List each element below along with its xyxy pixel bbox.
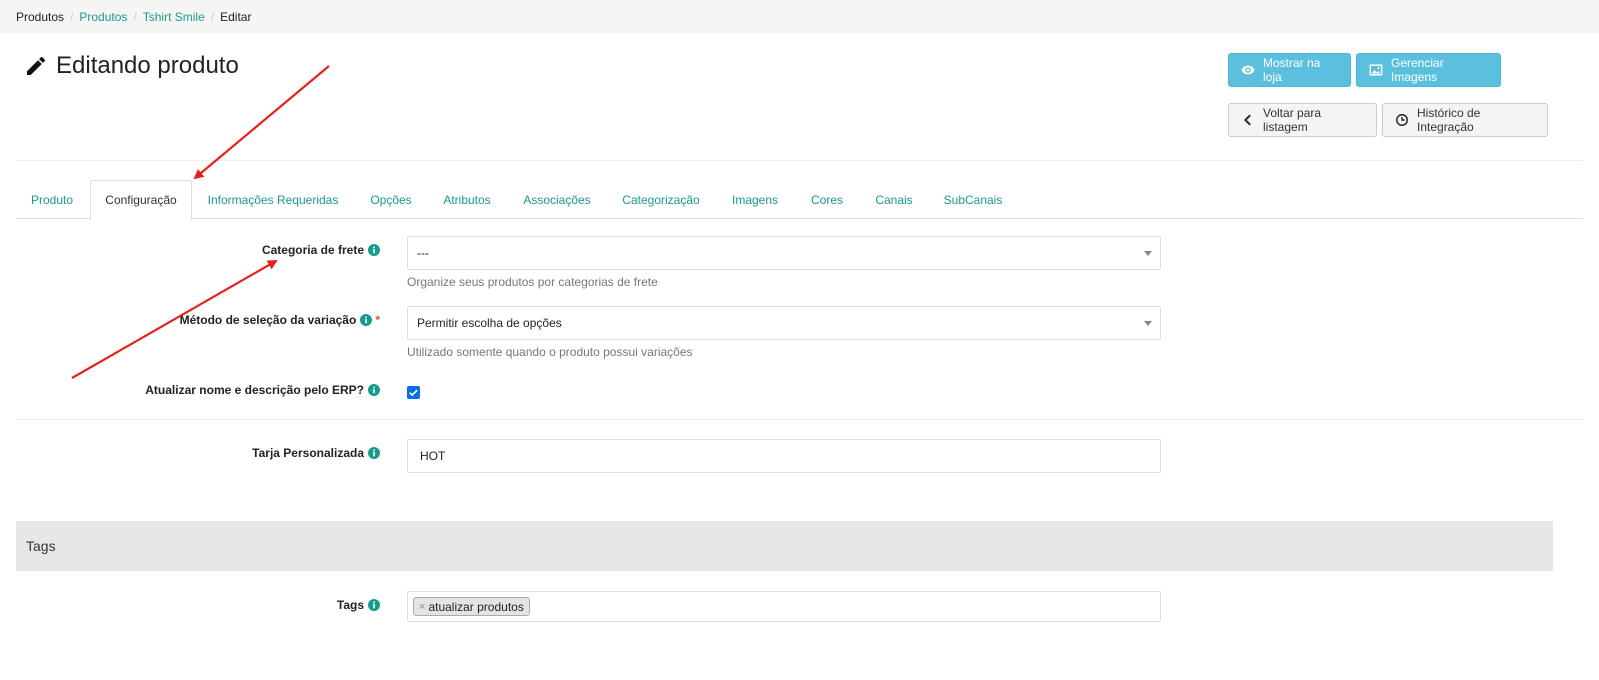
eye-icon [1241,63,1255,77]
update-erp-label-text: Atualizar nome e descrição pelo ERP? [145,383,364,397]
tab-produto[interactable]: Produto [16,180,88,219]
tab-informacoes-requeridas[interactable]: Informações Requeridas [196,180,350,219]
show-store-button[interactable]: Mostrar na loja [1228,53,1351,87]
divider [16,160,1583,161]
update-erp-checkbox[interactable] [407,386,420,399]
required-marker: * [375,313,380,327]
info-icon[interactable] [368,384,380,396]
back-to-list-button[interactable]: Voltar para listagem [1228,103,1377,137]
checkmark-icon [409,389,418,397]
tab-canais[interactable]: Canais [864,180,924,219]
tag-chip: × atualizar produtos [413,597,530,616]
manage-images-button[interactable]: Gerenciar Imagens [1356,53,1501,87]
breadcrumb: Produtos / Produtos / Tshirt Smile / Edi… [0,0,1599,33]
tab-opcoes[interactable]: Opções [356,180,426,219]
integration-history-label: Histórico de Integração [1417,106,1481,134]
breadcrumb-separator: / [210,9,215,24]
info-icon[interactable] [368,447,380,459]
custom-stripe-value: HOT [420,449,446,463]
info-icon[interactable] [368,244,380,256]
clock-icon [1395,113,1409,127]
breadcrumb-item-produtos-root[interactable]: Produtos [16,10,64,24]
breadcrumb-separator: / [133,9,137,24]
tags-panel-title: Tags [26,538,56,554]
page-title: Editando produto [56,52,239,79]
integration-history-button[interactable]: Histórico de Integração [1382,103,1548,137]
tab-subcanais[interactable]: SubCanais [934,180,1012,219]
page-header: Editando produto [24,52,239,80]
tag-text: atualizar produtos [428,599,524,614]
breadcrumb-item-product[interactable]: Tshirt Smile [143,10,205,24]
shipping-category-value: --- [417,246,429,260]
pencil-icon [24,54,48,78]
tab-cores[interactable]: Cores [800,180,854,219]
tab-imagens[interactable]: Imagens [722,180,788,219]
tab-associacoes[interactable]: Associações [510,180,604,219]
tab-categorizacao[interactable]: Categorização [610,180,712,219]
tags-label: Tags [100,596,380,614]
custom-stripe-input[interactable]: HOT [407,439,1161,473]
tags-input[interactable]: × atualizar produtos [407,591,1161,622]
chevron-left-icon [1241,113,1255,127]
shipping-category-label-text: Categoria de frete [261,243,364,257]
tab-atributos[interactable]: Atributos [432,180,502,219]
image-icon [1369,63,1383,77]
custom-stripe-label-text: Tarja Personalizada [252,446,364,460]
tags-panel-header: Tags [16,521,1553,571]
divider [16,419,1583,420]
back-to-list-label: Voltar para listagem [1263,106,1322,134]
shipping-category-help: Organize seus produtos por categorias de… [407,275,658,289]
custom-stripe-label: Tarja Personalizada [100,444,380,462]
variation-method-label: Método de seleção da variação * [100,311,380,329]
remove-tag-icon[interactable]: × [419,601,425,613]
annotation-arrows [71,65,330,379]
manage-images-label: Gerenciar Imagens [1391,56,1444,84]
update-erp-label: Atualizar nome e descrição pelo ERP? [60,381,380,399]
tags-label-text: Tags [336,598,364,612]
variation-method-help: Utilizado somente quando o produto possu… [407,345,693,359]
variation-method-select[interactable]: Permitir escolha de opções [407,306,1161,340]
shipping-category-select[interactable]: --- [407,236,1161,270]
show-store-label: Mostrar na loja [1263,56,1321,84]
tab-configuracao[interactable]: Configuração [90,180,192,220]
breadcrumb-separator: / [70,9,74,24]
tab-bar: Produto Configuração Informações Requeri… [16,180,1583,220]
info-icon[interactable] [360,314,373,326]
info-icon[interactable] [368,599,380,611]
chevron-down-icon [1144,251,1152,256]
breadcrumb-item-produtos[interactable]: Produtos [79,10,127,24]
variation-method-value: Permitir escolha de opções [417,316,562,330]
variation-method-label-text: Método de seleção da variação [179,313,357,327]
breadcrumb-item-current: Editar [220,9,252,24]
chevron-down-icon [1144,321,1152,326]
shipping-category-label: Categoria de frete [100,241,380,259]
arrow-to-config-tab [193,65,330,180]
